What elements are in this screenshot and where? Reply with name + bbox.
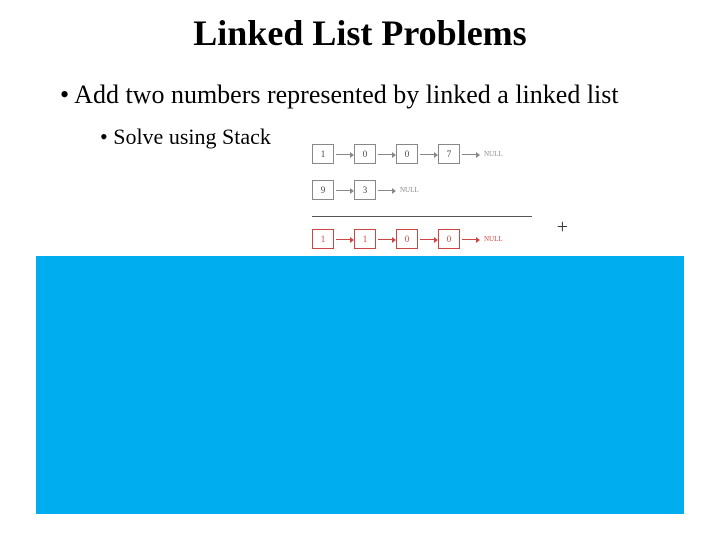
list-row-2: 9 3 NULL +	[312, 180, 532, 200]
arrow-icon	[462, 239, 478, 240]
arrow-icon	[378, 154, 394, 155]
list-node: 1	[312, 229, 334, 249]
slide: Linked List Problems Add two numbers rep…	[0, 0, 720, 540]
arrow-icon	[420, 239, 436, 240]
list-node: 1	[354, 229, 376, 249]
list-node: 9	[312, 180, 334, 200]
list-row-1: 1 0 0 7 NULL	[312, 144, 532, 164]
list-node: 0	[438, 229, 460, 249]
list-node: 3	[354, 180, 376, 200]
list-node: 0	[396, 229, 418, 249]
arrow-icon	[462, 154, 478, 155]
null-label: NULL	[484, 235, 503, 243]
list-node: 1	[312, 144, 334, 164]
arrow-icon	[336, 239, 352, 240]
bullet-level1: Add two numbers represented by linked a …	[60, 80, 720, 110]
page-title: Linked List Problems	[0, 12, 720, 54]
linked-list-diagram: 1 0 0 7 NULL 9 3 NULL + 1 1 0 0	[312, 144, 532, 265]
plus-sign: +	[557, 216, 568, 239]
list-node: 0	[354, 144, 376, 164]
arrow-icon	[378, 190, 394, 191]
arrow-icon	[336, 154, 352, 155]
arrow-icon	[336, 190, 352, 191]
divider-line	[312, 216, 532, 217]
list-node: 0	[396, 144, 418, 164]
list-row-result: 1 1 0 0 NULL	[312, 229, 532, 249]
arrow-icon	[378, 239, 394, 240]
overlay-block	[36, 256, 684, 514]
list-node: 7	[438, 144, 460, 164]
arrow-icon	[420, 154, 436, 155]
null-label: NULL	[400, 186, 419, 194]
null-label: NULL	[484, 150, 503, 158]
